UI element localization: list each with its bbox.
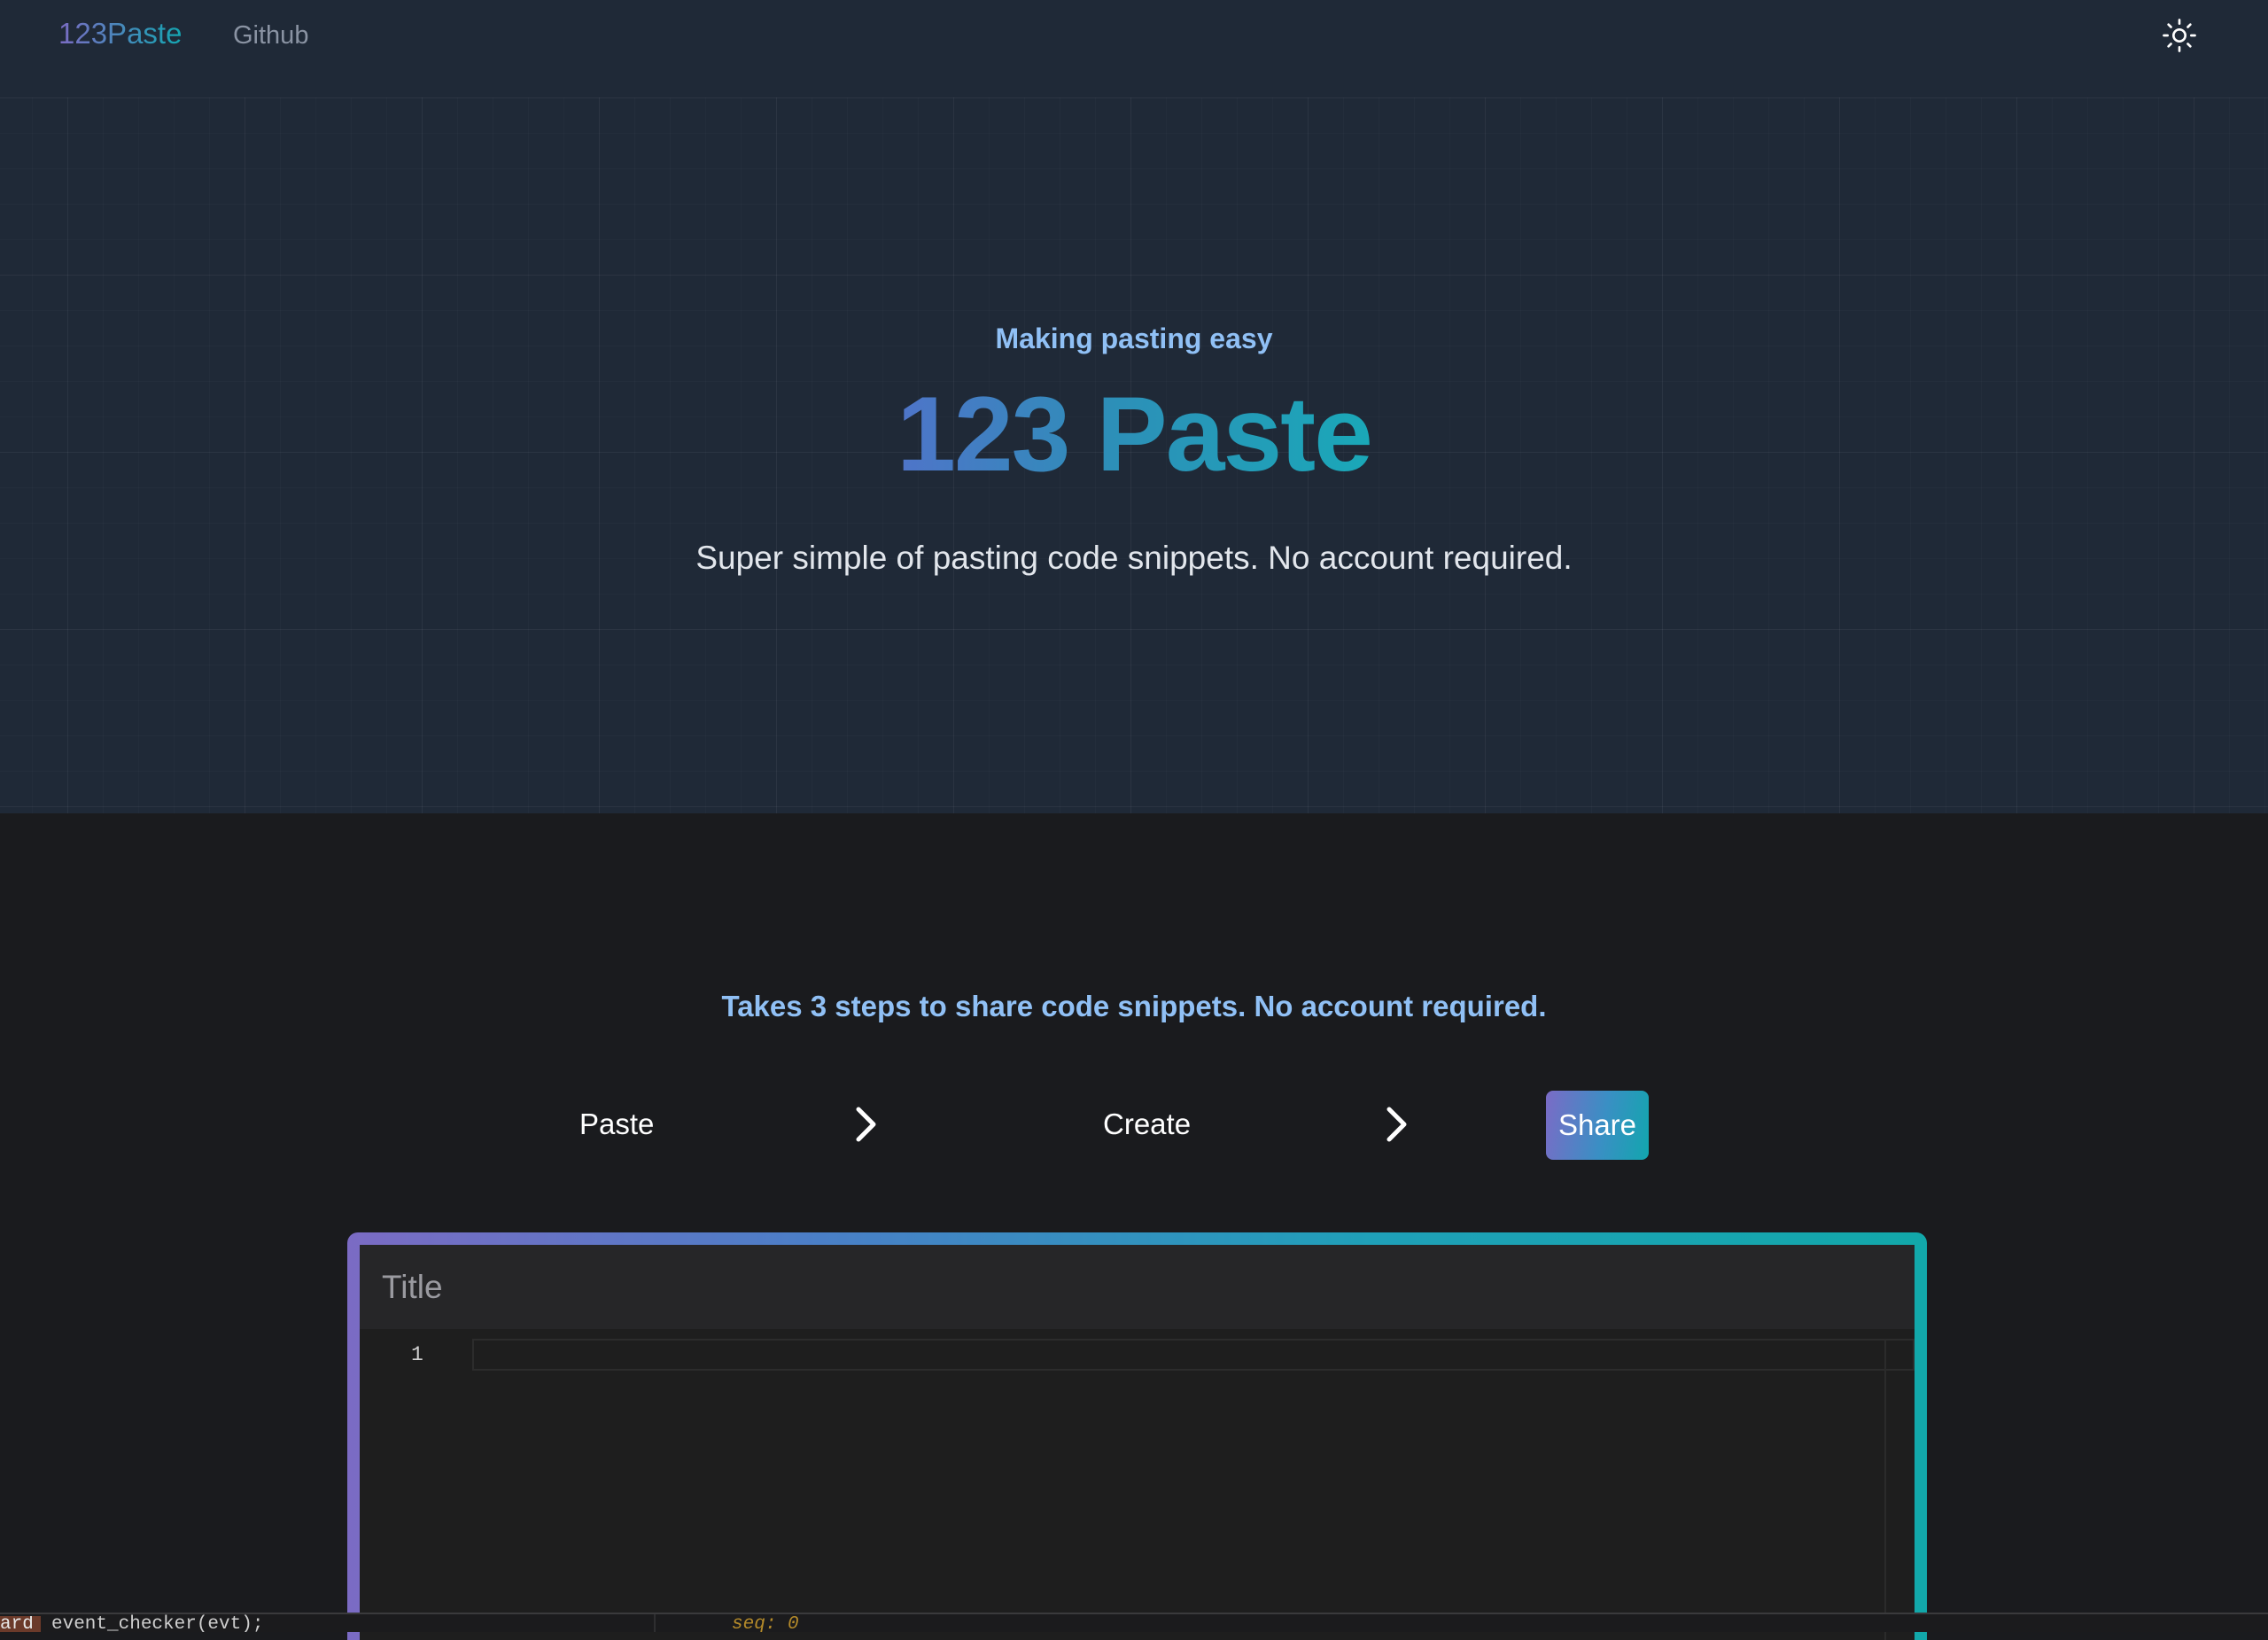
title-input[interactable] [360,1245,1915,1329]
devtools-text: event_checker(evt); [51,1614,264,1632]
sun-icon [2163,19,2196,52]
editor-card: 1 [347,1232,1927,1640]
step-paste[interactable]: Paste [579,1105,654,1144]
chevron-right-icon [856,1107,876,1142]
devtools-strip: ard event_checker(evt); seq: 0 [0,1613,2268,1632]
top-nav: 123Paste Github [0,0,2268,97]
brand-logo-link[interactable]: 123Paste [58,16,182,51]
editor-scrollbar[interactable] [1884,1339,1886,1640]
hero-title-text: 123 Paste [897,375,1373,494]
hero-title: 123 Paste [0,372,2268,496]
github-link[interactable]: Github [233,18,308,53]
hero-subtitle: Super simple of pasting code snippets. N… [695,540,1573,576]
line-number: 1 [411,1343,423,1366]
code-input-line[interactable] [472,1339,1915,1371]
devtools-tag: ard [0,1616,41,1632]
chevron-right-icon [1386,1107,1407,1142]
step-share-button[interactable]: Share [1546,1091,1649,1160]
code-editor: 1 [360,1245,1915,1640]
steps-heading: Takes 3 steps to share code snippets. No… [721,990,1547,1022]
hero-section: 123Paste Github Making pasting easy 123 … [0,0,2268,813]
step-create[interactable]: Create [1103,1105,1191,1144]
theme-toggle-button[interactable] [2158,14,2201,57]
devtools-divider [654,1614,656,1632]
hero-eyebrow: Making pasting easy [995,323,1273,354]
devtools-code: seq: 0 [732,1614,799,1632]
